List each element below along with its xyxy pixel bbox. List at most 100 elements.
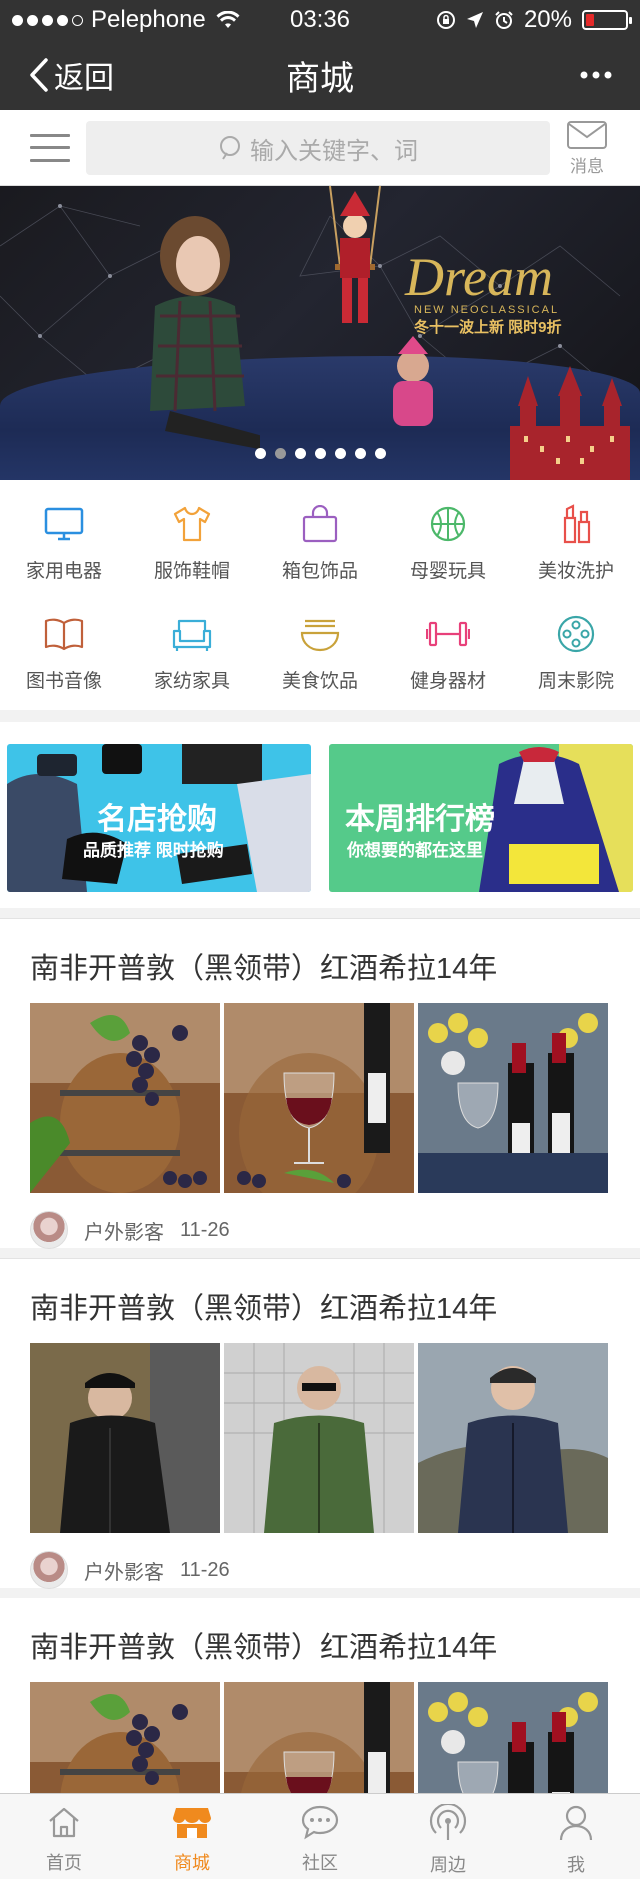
category-item[interactable]: 周末影院 (512, 596, 640, 706)
back-button[interactable]: 返回 (0, 53, 114, 97)
category-label: 美食饮品 (281, 671, 358, 692)
cosmetics-icon (554, 502, 598, 546)
status-bar: Pelephone 03:36 20% (0, 0, 640, 40)
avatar[interactable] (30, 1551, 68, 1589)
tv-icon (42, 502, 86, 546)
wifi-icon (216, 11, 240, 28)
banner-bear-image (393, 336, 433, 426)
shirt-icon (170, 502, 214, 546)
search-input[interactable]: 输入关键字、词 (86, 121, 550, 175)
feed-meta: 户外影客 11-26 (30, 1551, 230, 1589)
category-label: 家纺家具 (153, 671, 230, 692)
banner-promo-text: 冬十一波上新 限时9折 (414, 319, 562, 336)
location-arrow-icon (466, 12, 483, 28)
feed-date: 11-26 (180, 1558, 230, 1581)
man-black-jacket-photo[interactable] (30, 1343, 220, 1533)
feed-title: 南非开普敦（黑领带）红酒希拉14年 (30, 1293, 498, 1325)
signal-strength-icon (12, 14, 83, 26)
category-label: 周末影院 (537, 671, 614, 692)
tab-label: 我 (567, 1855, 585, 1875)
category-item[interactable]: 箱包饰品 (256, 486, 384, 596)
film-reel-icon (554, 612, 598, 656)
banner-dot[interactable] (334, 448, 346, 459)
promo-subtitle: 品质推荐 限时抢购 (83, 841, 224, 860)
alarm-icon (495, 11, 513, 29)
wine-barrel-photo[interactable] (30, 1003, 220, 1193)
book-icon (42, 612, 86, 656)
banner-subline: NEW NEOCLASSICAL (414, 304, 560, 316)
menu-icon[interactable] (30, 133, 70, 162)
chevron-left-icon (30, 58, 48, 92)
tab-item[interactable]: 商城 (128, 1794, 256, 1879)
banner-dot[interactable] (274, 448, 286, 459)
carrier-name: Pelephone (91, 6, 206, 33)
noodle-bowl-icon (298, 612, 342, 656)
feed-photos (30, 1003, 608, 1193)
category-label: 母婴玩具 (409, 561, 486, 582)
tab-item[interactable]: 首页 (0, 1794, 128, 1879)
feed-author: 户外影客 (84, 1561, 164, 1584)
rotation-lock-icon (436, 11, 455, 29)
envelope-icon (567, 121, 607, 149)
wine-glass-photo[interactable] (224, 1003, 414, 1193)
tab-item[interactable]: 周边 (384, 1794, 512, 1879)
nearby-signal-icon (428, 1802, 468, 1851)
tab-item[interactable]: 我 (512, 1794, 640, 1879)
promo-banner[interactable]: Dream NEW NEOCLASSICAL 冬十一波上新 限时9折 (0, 186, 640, 480)
promo-card-weekly-ranking[interactable]: 本周排行榜 你想要的都在这里 (329, 744, 633, 892)
banner-dot[interactable] (314, 448, 326, 459)
tab-label: 首页 (46, 1853, 82, 1873)
category-item[interactable]: 服饰鞋帽 (128, 486, 256, 596)
category-item[interactable]: 图书音像 (0, 596, 128, 706)
man-navy-jacket-photo[interactable] (418, 1343, 608, 1533)
category-item[interactable]: 家纺家具 (128, 596, 256, 706)
promo-title: 名店抢购 (97, 803, 217, 836)
promo-subtitle: 你想要的都在这里 (347, 841, 483, 860)
dumbbell-icon (426, 612, 470, 656)
banner-castle-image (510, 366, 630, 480)
messages-button[interactable]: 消息 (564, 120, 610, 177)
messages-label: 消息 (570, 157, 604, 176)
avatar[interactable] (30, 1211, 68, 1249)
bag-icon (298, 502, 342, 546)
wine-bottles-photo[interactable] (418, 1003, 608, 1193)
category-item[interactable]: 母婴玩具 (384, 486, 512, 596)
category-label: 服饰鞋帽 (153, 561, 230, 582)
chat-bubble-icon (300, 1804, 340, 1849)
feed-title: 南非开普敦（黑领带）红酒希拉14年 (30, 1632, 498, 1664)
category-item[interactable]: 美妆洗护 (512, 486, 640, 596)
tab-label: 社区 (302, 1853, 338, 1873)
search-row: 输入关键字、词 消息 (0, 110, 640, 186)
feed-meta: 户外影客 11-26 (30, 1211, 230, 1249)
category-label: 图书音像 (25, 671, 102, 692)
category-label: 家用电器 (25, 561, 102, 582)
battery-icon (582, 10, 632, 30)
tab-item[interactable]: 社区 (256, 1794, 384, 1879)
category-item[interactable]: 家用电器 (0, 486, 128, 596)
banner-pagination (0, 448, 640, 459)
category-item[interactable]: 健身器材 (384, 596, 512, 706)
feed-title: 南非开普敦（黑领带）红酒希拉14年 (30, 953, 498, 985)
banner-dot[interactable] (254, 448, 266, 459)
home-icon (46, 1804, 82, 1849)
banner-dot[interactable] (374, 448, 386, 459)
promo-cards: 名店抢购 品质推荐 限时抢购 本周排行榜 你想要的都在这里 (0, 722, 640, 908)
category-label: 箱包饰品 (281, 561, 358, 582)
promo-title: 本周排行榜 (345, 803, 495, 836)
promo-card-famous-stores[interactable]: 名店抢购 品质推荐 限时抢购 (7, 744, 311, 892)
ball-icon (426, 502, 470, 546)
nav-bar: 返回 商城 (0, 40, 640, 110)
back-label: 返回 (54, 62, 114, 95)
banner-dot[interactable] (294, 448, 306, 459)
search-placeholder: 输入关键字、词 (250, 137, 418, 165)
banner-headline: Dream (405, 247, 553, 307)
feed-author: 户外影客 (84, 1221, 164, 1244)
banner-dot[interactable] (354, 448, 366, 459)
feed-item[interactable]: 南非开普敦（黑领带）红酒希拉14年 户外影客 11-26 (0, 918, 640, 1249)
man-green-jacket-photo[interactable] (224, 1343, 414, 1533)
more-button[interactable] (580, 66, 640, 84)
category-item[interactable]: 美食饮品 (256, 596, 384, 706)
feed-item[interactable]: 南非开普敦（黑领带）红酒希拉14年 (0, 1598, 640, 1872)
banner-model-image (150, 216, 260, 450)
feed-item[interactable]: 南非开普敦（黑领带）红酒希拉14年 户外影客 11-26 (0, 1258, 640, 1589)
